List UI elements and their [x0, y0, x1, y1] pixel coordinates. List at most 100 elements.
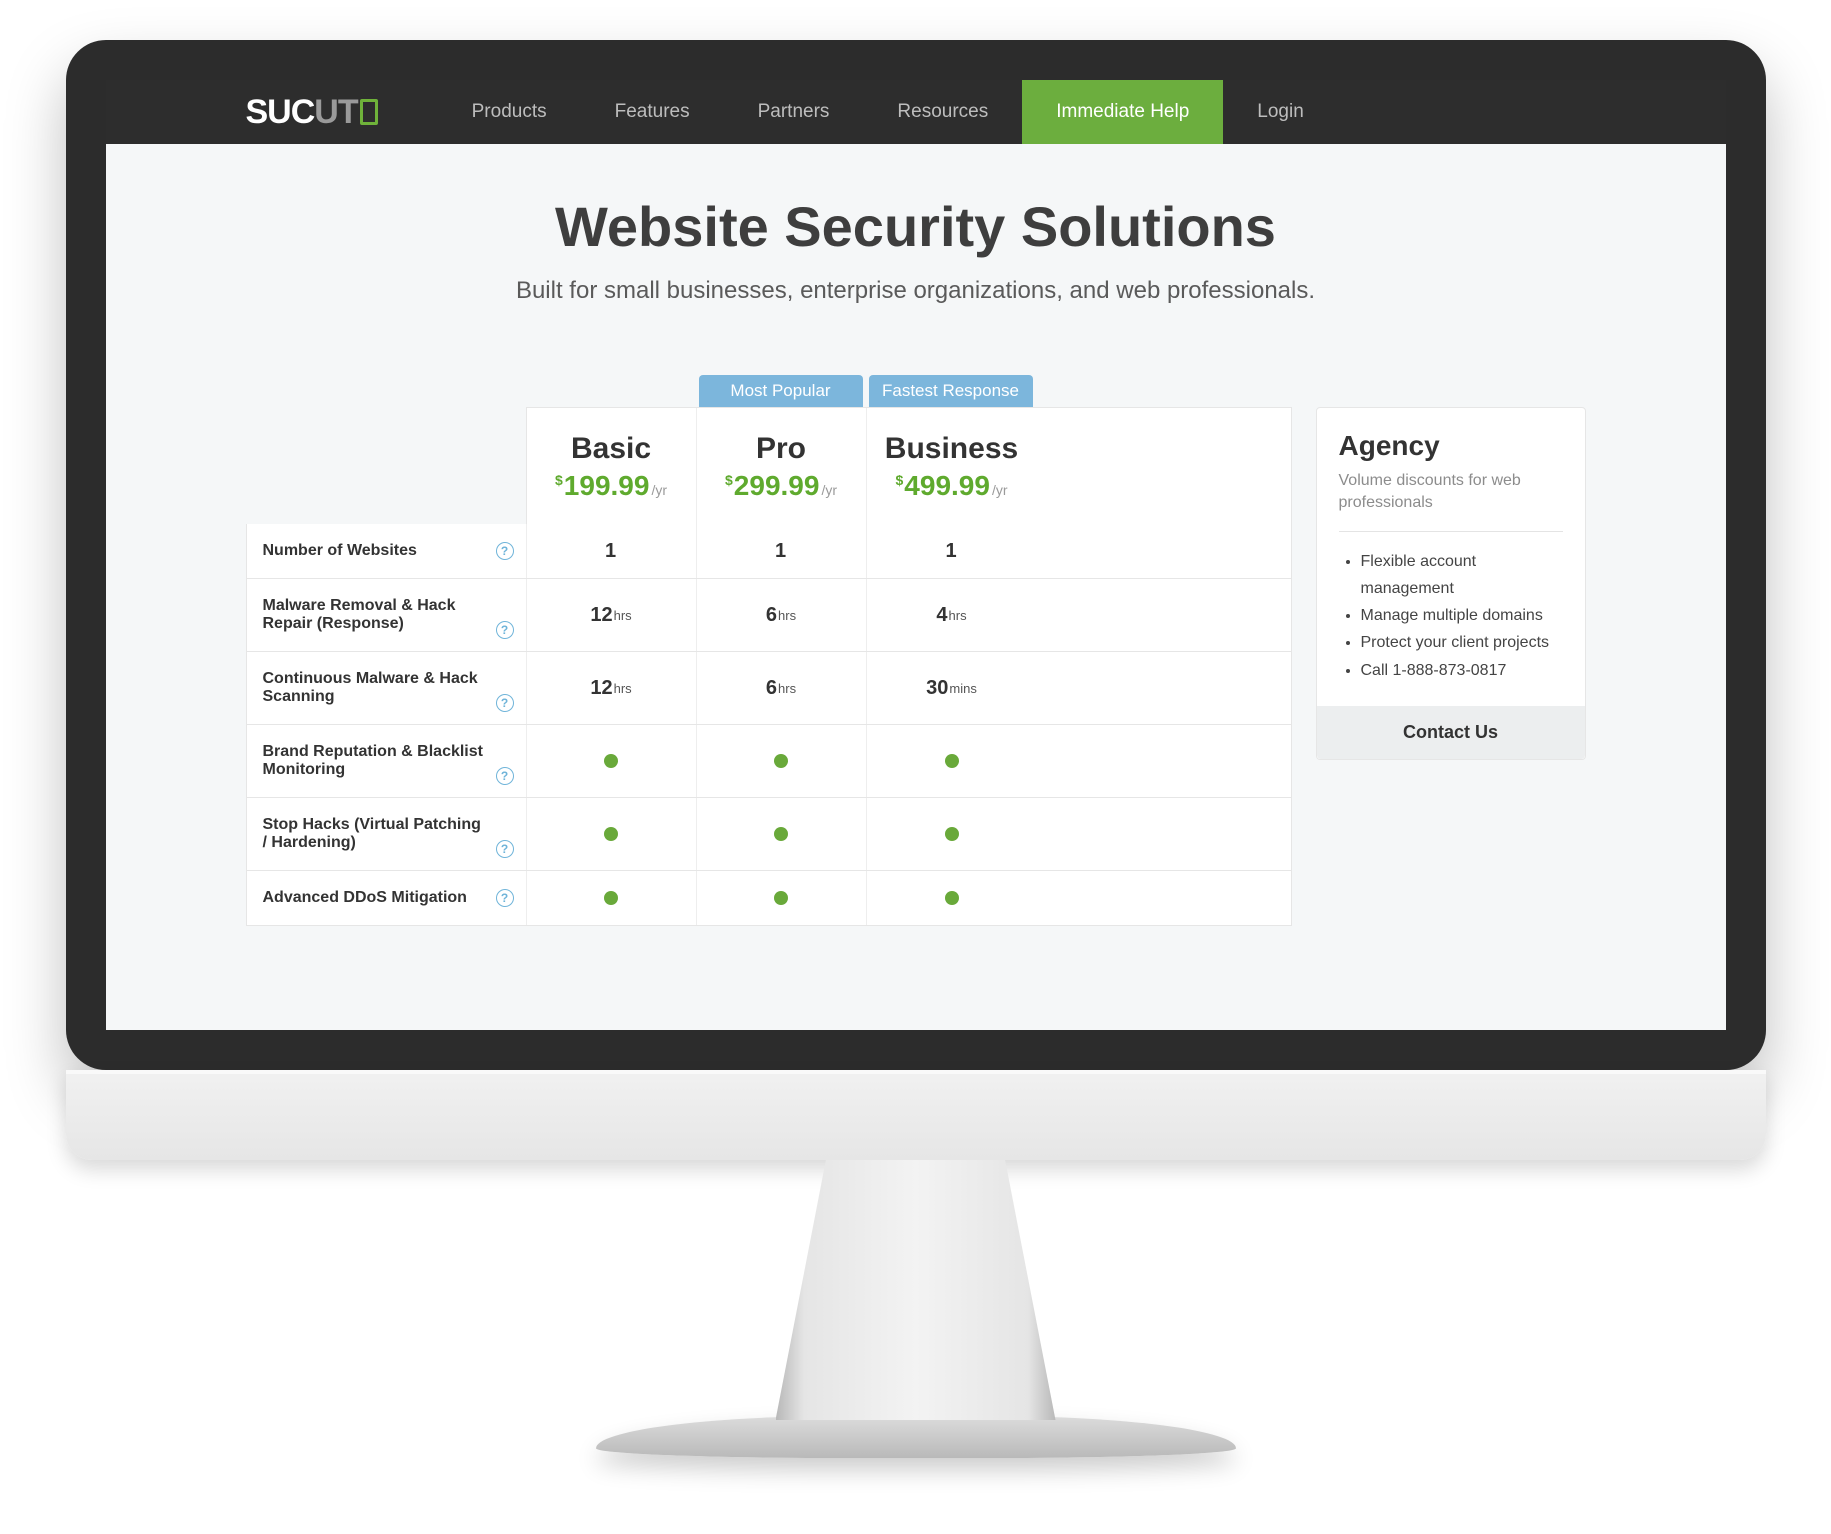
- agency-bullet: Call 1-888-873-0817: [1361, 657, 1563, 684]
- cell-value: 6: [766, 604, 777, 627]
- feature-row-ddos: Advanced DDoS Mitigation ?: [246, 871, 1292, 926]
- plan-business-header[interactable]: Business $499.99/yr: [867, 408, 1037, 524]
- nav-resources[interactable]: Resources: [863, 80, 1022, 144]
- feature-row-malware-removal: Malware Removal & Hack Repair (Response)…: [246, 579, 1292, 652]
- help-icon[interactable]: ?: [496, 542, 514, 560]
- feature-label-text: Advanced DDoS Mitigation: [263, 889, 467, 907]
- plan-pro-price: $299.99/yr: [705, 470, 858, 502]
- page-content: Website Security Solutions Built for sma…: [106, 144, 1726, 926]
- feature-cell-business: 1: [867, 524, 1037, 578]
- help-icon[interactable]: ?: [496, 889, 514, 907]
- cell-value: 1: [945, 540, 956, 563]
- nav-features[interactable]: Features: [581, 80, 724, 144]
- feature-cell-basic: 12hrs: [527, 652, 697, 724]
- feature-cell-pro: 6hrs: [697, 579, 867, 651]
- feature-label: Brand Reputation & Blacklist Monitoring …: [247, 725, 527, 797]
- agency-bullet: Flexible account management: [1361, 548, 1563, 602]
- plan-pro-period: /yr: [821, 482, 837, 498]
- check-dot-icon: [945, 754, 959, 768]
- badge-most-popular: Most Popular: [699, 375, 863, 407]
- cell-value: 30: [926, 677, 948, 700]
- feature-row-scanning: Continuous Malware & Hack Scanning ? 12h…: [246, 652, 1292, 725]
- plan-business-name: Business: [875, 432, 1029, 466]
- agency-title: Agency: [1339, 430, 1563, 462]
- feature-row-websites: Number of Websites ? 1 1 1: [246, 524, 1292, 579]
- plan-basic-amount: 199.99: [564, 470, 650, 501]
- nav-login[interactable]: Login: [1223, 80, 1338, 144]
- logo[interactable]: SUCUT: [246, 93, 378, 132]
- feature-cell-business: 4hrs: [867, 579, 1037, 651]
- badge-spacer: [246, 375, 526, 407]
- logo-text-1: SUC: [246, 93, 315, 132]
- cell-value: 4: [936, 604, 947, 627]
- plan-basic-currency: $: [555, 472, 563, 488]
- page-subtitle: Built for small businesses, enterprise o…: [246, 277, 1586, 305]
- agency-bullet: Protect your client projects: [1361, 629, 1563, 656]
- badge-business: Fastest Response: [866, 375, 1036, 407]
- feature-cell-business: [867, 798, 1037, 870]
- pricing-section: Most Popular Fastest Response Basic: [246, 375, 1586, 926]
- nav-immediate-help[interactable]: Immediate Help: [1022, 80, 1223, 144]
- cell-value: 1: [775, 540, 786, 563]
- plan-basic-price: $199.99/yr: [535, 470, 688, 502]
- page-title: Website Security Solutions: [246, 194, 1586, 259]
- plan-business-amount: 499.99: [904, 470, 990, 501]
- topbar: SUCUT Products Features Partners Resourc…: [106, 80, 1726, 144]
- cell-unit: hrs: [778, 681, 796, 696]
- logo-mark-icon: [360, 99, 378, 125]
- cell-value: 12: [590, 604, 612, 627]
- badge-pro: Most Popular: [696, 375, 866, 407]
- contact-us-button[interactable]: Contact Us: [1317, 706, 1585, 759]
- feature-label: Continuous Malware & Hack Scanning ?: [247, 652, 527, 724]
- plan-business-price: $499.99/yr: [875, 470, 1029, 502]
- feature-label-text: Brand Reputation & Blacklist Monitoring: [263, 743, 486, 779]
- feature-label-text: Stop Hacks (Virtual Patching / Hardening…: [263, 816, 486, 852]
- agency-bullets: Flexible account management Manage multi…: [1339, 548, 1563, 684]
- check-dot-icon: [774, 827, 788, 841]
- feature-label: Number of Websites ?: [247, 524, 527, 578]
- agency-bullet: Manage multiple domains: [1361, 602, 1563, 629]
- feature-cell-business: 30mins: [867, 652, 1037, 724]
- logo-text-2: UT: [314, 93, 357, 132]
- nav-products[interactable]: Products: [438, 80, 581, 144]
- feature-label: Malware Removal & Hack Repair (Response)…: [247, 579, 527, 651]
- feature-cell-basic: [527, 725, 697, 797]
- check-dot-icon: [604, 754, 618, 768]
- cell-value: 6: [766, 677, 777, 700]
- cell-value: 12: [590, 677, 612, 700]
- nav-partners[interactable]: Partners: [724, 80, 864, 144]
- feature-row-stop-hacks: Stop Hacks (Virtual Patching / Hardening…: [246, 798, 1292, 871]
- feature-cell-basic: 12hrs: [527, 579, 697, 651]
- cell-unit: mins: [949, 681, 976, 696]
- plan-header-spacer: [246, 407, 527, 524]
- help-icon[interactable]: ?: [496, 840, 514, 858]
- pricing-table: Most Popular Fastest Response Basic: [246, 375, 1292, 926]
- help-icon[interactable]: ?: [496, 621, 514, 639]
- feature-cell-business: [867, 871, 1037, 925]
- badge-fastest-response: Fastest Response: [869, 375, 1033, 407]
- feature-cell-basic: [527, 798, 697, 870]
- feature-cell-basic: [527, 871, 697, 925]
- feature-label: Stop Hacks (Virtual Patching / Hardening…: [247, 798, 527, 870]
- plan-business-period: /yr: [992, 482, 1008, 498]
- cell-unit: hrs: [778, 608, 796, 623]
- plan-basic-name: Basic: [535, 432, 688, 466]
- monitor-neck: [776, 1160, 1056, 1420]
- plan-pro-header[interactable]: Pro $299.99/yr: [697, 408, 867, 524]
- help-icon[interactable]: ?: [496, 694, 514, 712]
- plan-pro-amount: 299.99: [734, 470, 820, 501]
- agency-divider: [1339, 531, 1563, 532]
- plan-basic-header[interactable]: Basic $199.99/yr: [527, 408, 697, 524]
- check-dot-icon: [945, 891, 959, 905]
- feature-label-text: Malware Removal & Hack Repair (Response): [263, 597, 486, 633]
- plan-business-currency: $: [896, 472, 904, 488]
- feature-cell-pro: [697, 871, 867, 925]
- plan-basic-period: /yr: [651, 482, 667, 498]
- monitor-mockup: SUCUT Products Features Partners Resourc…: [66, 40, 1766, 1458]
- check-dot-icon: [604, 891, 618, 905]
- plan-pro-name: Pro: [705, 432, 858, 466]
- screen: SUCUT Products Features Partners Resourc…: [106, 80, 1726, 1030]
- help-icon[interactable]: ?: [496, 767, 514, 785]
- feature-label-text: Number of Websites: [263, 542, 417, 560]
- feature-cell-business: [867, 725, 1037, 797]
